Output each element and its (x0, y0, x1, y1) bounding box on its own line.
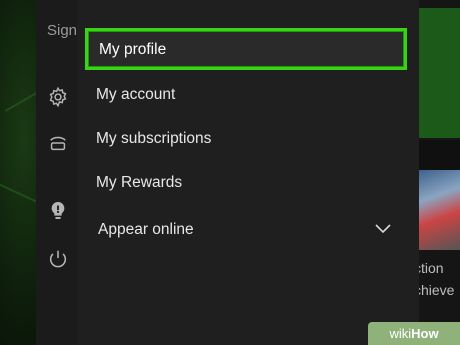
menu-item-label: My account (96, 86, 176, 103)
background-text: ction (414, 260, 444, 276)
menu-item-appear-online[interactable]: Appear online (85, 211, 407, 249)
wikihow-watermark: wikiHow (368, 322, 460, 345)
profile-menu: My profile My account My subscriptions M… (77, 0, 419, 345)
background-tile (414, 140, 460, 170)
background-text: chieve (414, 282, 455, 298)
watermark-prefix: wiki (389, 326, 412, 341)
menu-item-label: Appear online (98, 221, 194, 238)
background-tile (414, 8, 460, 138)
controller-icon[interactable] (47, 132, 69, 154)
menu-item-label: My profile (99, 41, 167, 58)
watermark-suffix: How (411, 326, 439, 341)
gear-icon[interactable] (47, 86, 69, 108)
menu-item-my-rewards[interactable]: My Rewards (85, 164, 407, 202)
menu-item-label: My subscriptions (96, 130, 212, 147)
game-art-tile (414, 170, 460, 250)
chevron-down-icon[interactable] (375, 224, 391, 234)
menu-item-my-account[interactable]: My account (85, 76, 407, 114)
power-icon[interactable] (47, 248, 69, 270)
menu-item-label: My Rewards (96, 174, 183, 191)
menu-item-my-profile[interactable]: My profile (85, 28, 407, 70)
sidebar-sign-label[interactable]: Sign (47, 22, 77, 39)
lightbulb-icon[interactable] (47, 200, 69, 222)
sidebar (36, 0, 80, 345)
menu-item-my-subscriptions[interactable]: My subscriptions (85, 120, 407, 158)
